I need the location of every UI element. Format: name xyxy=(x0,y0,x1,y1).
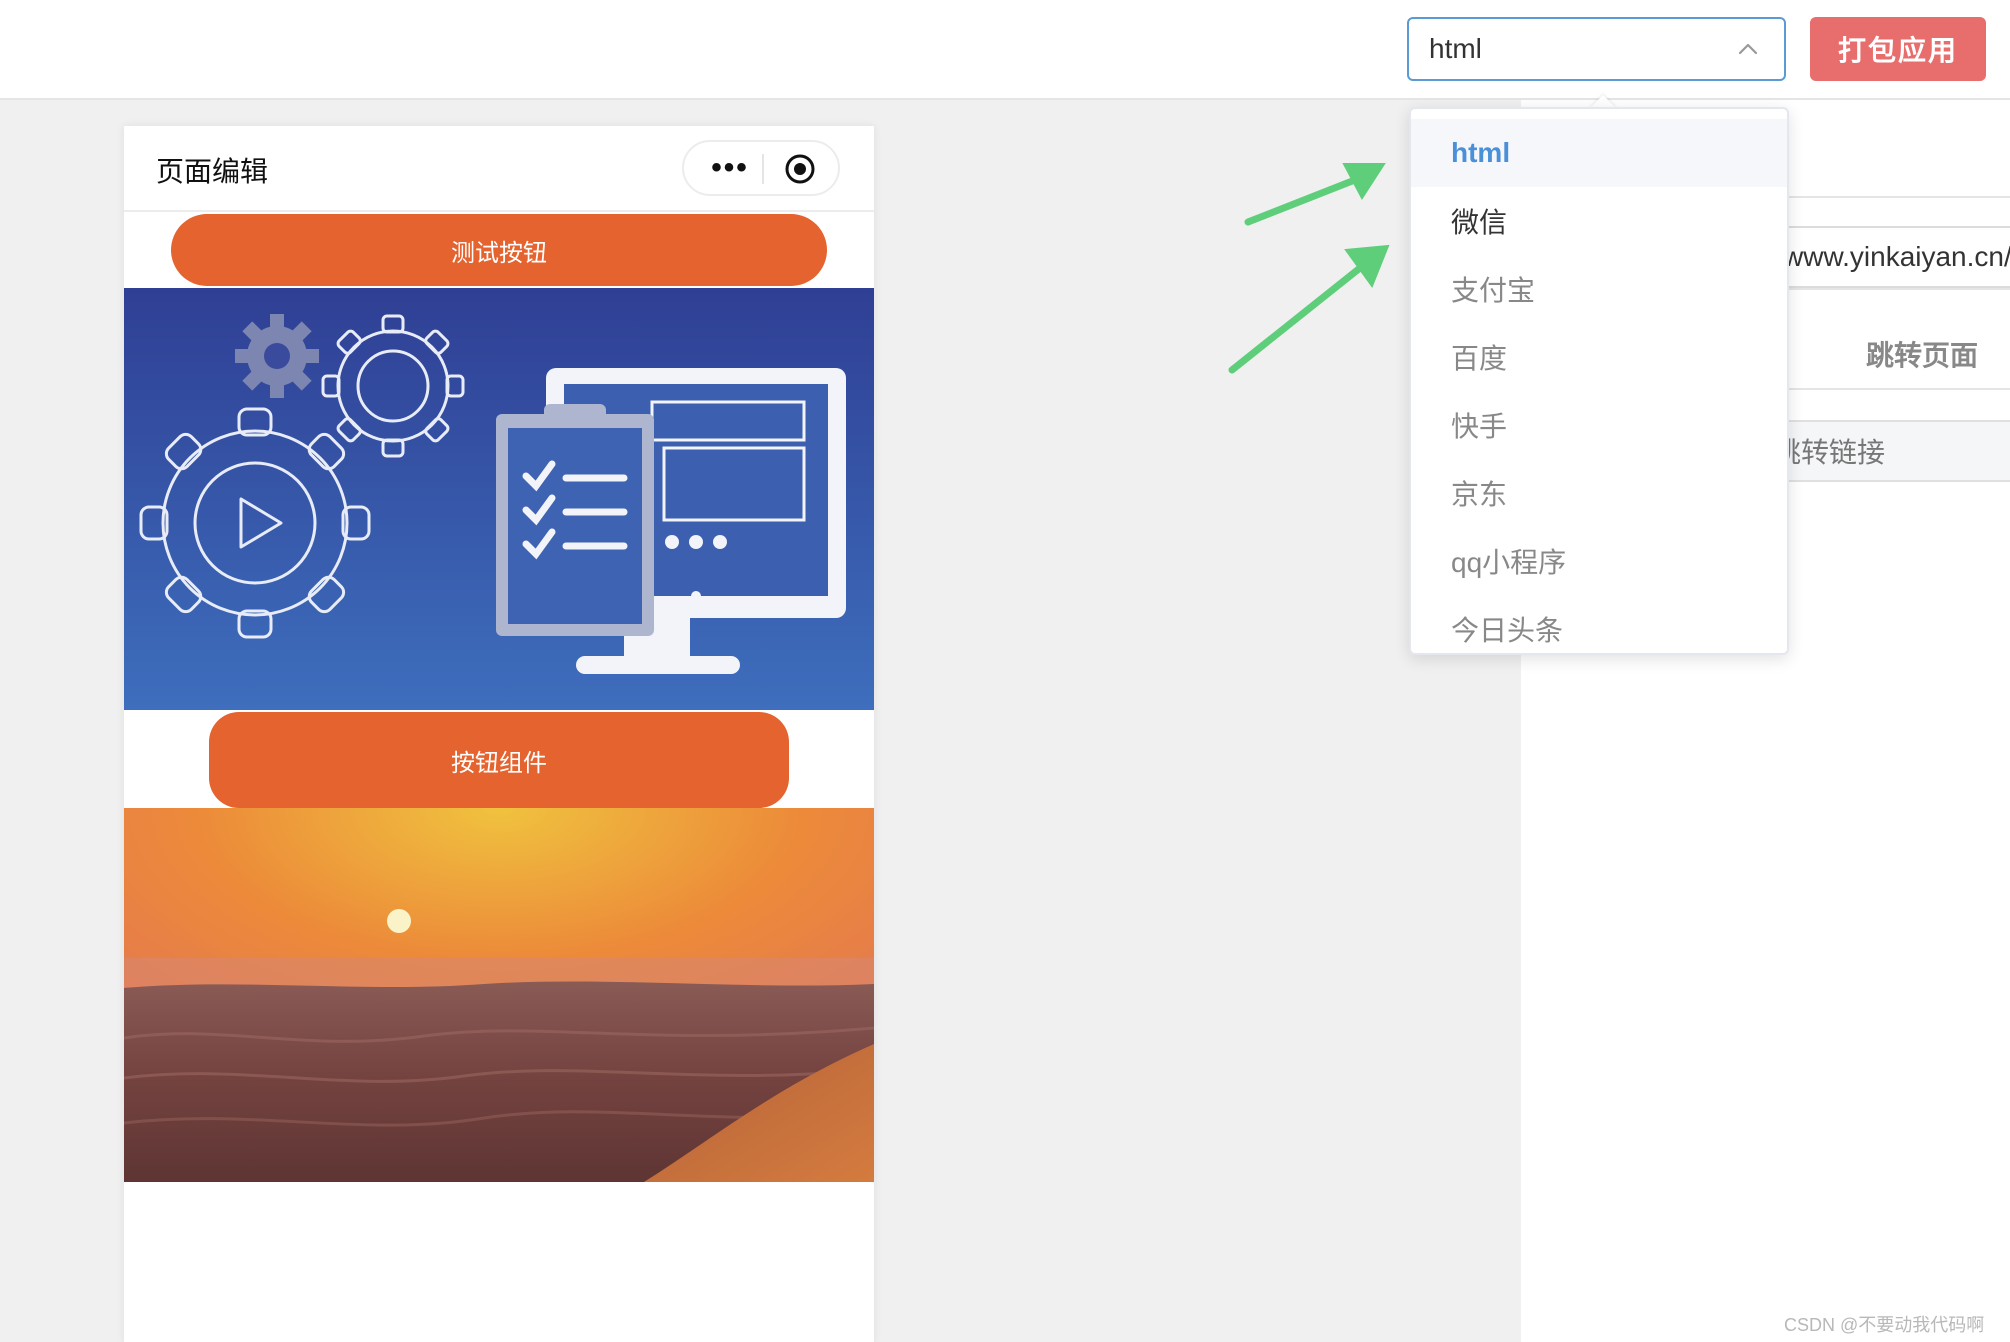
build-app-button[interactable]: 打包应用 xyxy=(1810,17,1986,81)
panel-divider xyxy=(1781,388,2010,390)
platform-option-alipay[interactable]: 支付宝 xyxy=(1411,255,1787,323)
jump-link-label: 跳转链接 xyxy=(1781,437,1886,468)
page-title: 页面编辑 xyxy=(156,156,269,187)
panel-divider xyxy=(1781,288,2010,290)
gear-icon xyxy=(235,314,319,398)
jump-page-tab[interactable]: 跳转页面 xyxy=(1866,334,1978,374)
platform-option-wechat[interactable]: 微信 xyxy=(1411,187,1787,255)
platform-dropdown-menu: html 微信 支付宝 百度 快手 京东 qq小程序 今日头条 xyxy=(1409,107,1789,655)
chevron-up-icon xyxy=(1738,43,1758,55)
capsule-divider xyxy=(762,154,764,184)
target-circle-icon[interactable] xyxy=(784,153,816,185)
phone-nav-bar: 页面编辑 ••• xyxy=(124,126,874,212)
url-input-value: www.yinkaiyan.cn/ xyxy=(1783,241,2010,272)
phone-preview: 页面编辑 ••• 测试按钮 按钮组件 xyxy=(124,126,874,1342)
platform-select[interactable]: html xyxy=(1407,17,1786,81)
mini-program-capsule: ••• xyxy=(682,140,840,196)
platform-option-html[interactable]: html xyxy=(1411,119,1787,187)
platform-option-jd[interactable]: 京东 xyxy=(1411,459,1787,527)
desert-sunset-image xyxy=(124,808,874,1182)
platform-option-toutiao[interactable]: 今日头条 xyxy=(1411,595,1787,653)
arrow-icon xyxy=(1228,163,1390,374)
platform-option-qq[interactable]: qq小程序 xyxy=(1411,527,1787,595)
top-toolbar: html 打包应用 xyxy=(0,0,2010,100)
platform-option-baidu[interactable]: 百度 xyxy=(1411,323,1787,391)
jump-link-field[interactable]: 跳转链接 xyxy=(1781,420,2010,482)
settings-illustration xyxy=(124,288,874,710)
component-button[interactable]: 按钮组件 xyxy=(209,712,789,808)
watermark: CSDN @不要动我代码啊 xyxy=(1784,1315,1985,1335)
test-button[interactable]: 测试按钮 xyxy=(171,214,827,286)
url-input[interactable]: www.yinkaiyan.cn/ xyxy=(1781,226,2010,288)
more-dots-icon[interactable]: ••• xyxy=(702,142,758,194)
platform-option-kuaishou[interactable]: 快手 xyxy=(1411,391,1787,459)
panel-divider xyxy=(1781,196,2010,198)
platform-select-value: html xyxy=(1429,33,1482,64)
clipboard-checklist-icon xyxy=(496,404,654,636)
